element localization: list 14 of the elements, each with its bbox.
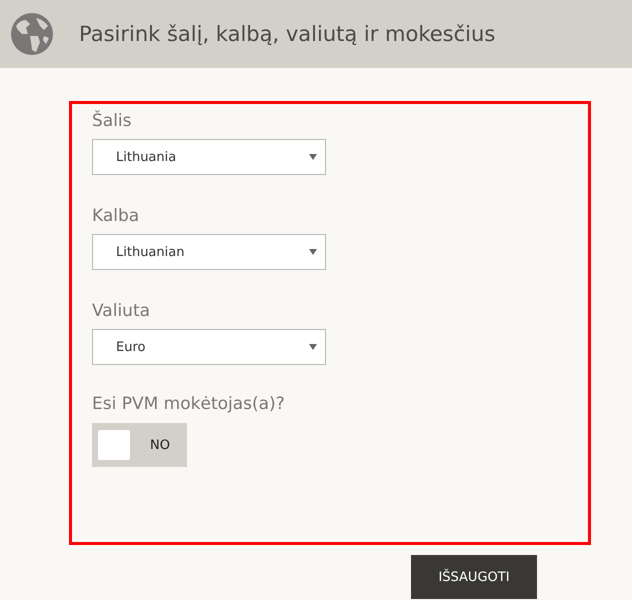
caret-icon xyxy=(309,154,317,160)
field-label: Valiuta xyxy=(92,300,152,322)
caret-icon xyxy=(309,344,317,350)
globe-icon xyxy=(10,12,54,56)
select-field[interactable]: Lithuanian xyxy=(92,234,326,270)
select-field[interactable]: Lithuania xyxy=(92,139,326,175)
field-label: Kalba xyxy=(92,205,140,227)
toggle-switch[interactable]: NO xyxy=(92,423,187,467)
save-button[interactable]: IŠSAUGOTI xyxy=(411,555,537,599)
field-label: Šalis xyxy=(92,110,133,132)
select-field[interactable]: Euro xyxy=(92,329,326,365)
field-label: Esi PVM mokėtojas(a)? xyxy=(92,393,286,415)
page-title: Pasirink šalį, kalbą, valiutą ir mokesčius xyxy=(79,22,496,46)
caret-icon xyxy=(309,249,317,255)
